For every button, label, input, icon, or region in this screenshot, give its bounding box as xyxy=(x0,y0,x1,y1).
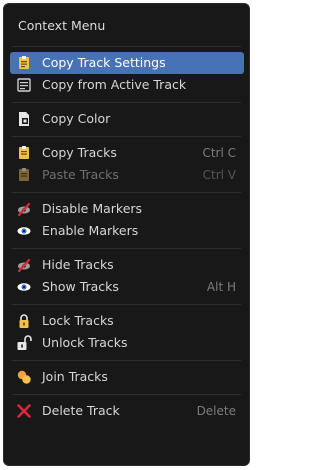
menu-item-label: Copy from Active Track xyxy=(42,77,187,92)
menu-item-label: Paste Tracks xyxy=(42,167,119,182)
menu-item-label: Copy Color xyxy=(42,111,111,126)
paste-icon xyxy=(16,167,32,183)
menu-item-lock-tracks[interactable]: Lock Tracks xyxy=(10,310,244,332)
menu-item-delete-track[interactable]: Delete Track Delete xyxy=(10,400,244,422)
menu-item-label: Join Tracks xyxy=(42,369,108,384)
shortcut-label: Ctrl V xyxy=(202,168,236,182)
shortcut-label: Ctrl C xyxy=(202,146,236,160)
copy-color-icon xyxy=(16,111,32,127)
menu-item-label: Unlock Tracks xyxy=(42,335,128,350)
menu-item-copy-from-active-track[interactable]: Copy from Active Track xyxy=(10,74,244,96)
separator xyxy=(12,360,241,361)
hide-on-icon xyxy=(16,201,32,217)
copy-icon xyxy=(16,145,32,161)
menu-item-copy-tracks[interactable]: Copy Tracks Ctrl C xyxy=(10,142,244,164)
separator xyxy=(12,248,241,249)
menu-item-label: Lock Tracks xyxy=(42,313,114,328)
copy-from-active-icon xyxy=(16,77,32,93)
hide-off-icon xyxy=(16,223,32,239)
menu-item-label: Show Tracks xyxy=(42,279,119,294)
menu-item-paste-tracks[interactable]: Paste Tracks Ctrl V xyxy=(10,164,244,186)
menu-item-join-tracks[interactable]: Join Tracks xyxy=(10,366,244,388)
separator xyxy=(12,192,241,193)
separator xyxy=(12,102,241,103)
menu-item-unlock-tracks[interactable]: Unlock Tracks xyxy=(10,332,244,354)
unlocked-icon xyxy=(16,335,32,351)
menu-item-label: Hide Tracks xyxy=(42,257,114,272)
copy-settings-icon xyxy=(16,55,32,71)
menu-item-label: Delete Track xyxy=(42,403,120,418)
menu-item-enable-markers[interactable]: Enable Markers xyxy=(10,220,244,242)
shortcut-label: Alt H xyxy=(206,280,236,294)
menu-item-disable-markers[interactable]: Disable Markers xyxy=(10,198,244,220)
locked-icon xyxy=(16,313,32,329)
shortcut-label: Delete xyxy=(196,404,236,418)
separator xyxy=(12,136,241,137)
menu-item-label: Copy Tracks xyxy=(42,145,117,160)
menu-title: Context Menu xyxy=(18,18,106,33)
separator xyxy=(12,304,241,305)
menu-item-show-tracks[interactable]: Show Tracks Alt H xyxy=(10,276,244,298)
context-menu: Context Menu Copy Track Settings Copy fr… xyxy=(3,3,250,466)
menu-item-hide-tracks[interactable]: Hide Tracks xyxy=(10,254,244,276)
menu-item-copy-color[interactable]: Copy Color xyxy=(10,108,244,130)
menu-item-label: Enable Markers xyxy=(42,223,139,238)
menu-item-label: Disable Markers xyxy=(42,201,143,216)
separator xyxy=(12,46,241,47)
hide-on-icon xyxy=(16,257,32,273)
menu-item-label: Copy Track Settings xyxy=(42,55,166,70)
menu-item-copy-track-settings[interactable]: Copy Track Settings xyxy=(10,52,244,74)
join-icon xyxy=(16,369,32,385)
separator xyxy=(12,394,241,395)
hide-off-icon xyxy=(16,279,32,295)
delete-icon xyxy=(16,403,32,419)
